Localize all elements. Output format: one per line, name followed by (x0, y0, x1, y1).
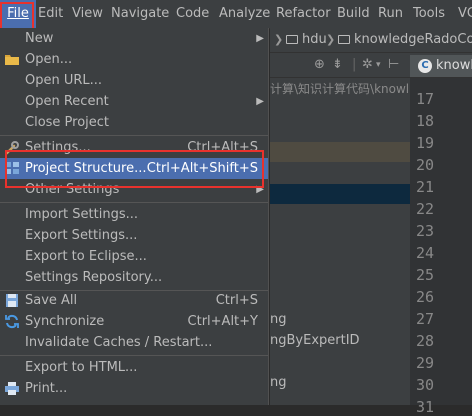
menu-run[interactable]: Run (378, 0, 403, 28)
menu-view[interactable]: View (72, 0, 103, 28)
menu-bar: File Edit View Navigate Code Analyze Ref… (0, 0, 472, 29)
line-number: 23 (416, 222, 435, 240)
menu-build[interactable]: Build (337, 0, 370, 28)
menu-item-save-all[interactable]: Save All Ctrl+S (0, 290, 268, 311)
line-number: 25 (416, 266, 435, 284)
menu-tools[interactable]: Tools (413, 0, 445, 28)
menu-item-export-html[interactable]: Export to HTML... (0, 357, 268, 378)
project-panel (270, 78, 410, 405)
submenu-arrow-icon: ▶ (256, 96, 264, 107)
menu-item-export-eclipse[interactable]: Export to Eclipse... (0, 246, 268, 267)
line-number: 22 (416, 200, 435, 218)
line-number: 29 (416, 354, 435, 372)
menu-divider (0, 202, 268, 203)
line-number: 19 (416, 134, 435, 152)
menu-item-export-settings[interactable]: Export Settings... (0, 225, 268, 246)
class-icon: C (418, 59, 432, 73)
menu-item-open[interactable]: Open... (0, 49, 268, 70)
project-tree-item[interactable]: ngByExpertID (270, 333, 360, 348)
menu-divider (0, 135, 268, 136)
menu-item-close-project[interactable]: Close Project (0, 112, 268, 133)
collapse-icon[interactable]: ⇟ (332, 53, 343, 77)
menu-item-settings[interactable]: Settings... Ctrl+Alt+S (0, 137, 268, 158)
folder-open-icon (4, 52, 20, 67)
submenu-arrow-icon: ▶ (256, 33, 264, 44)
menu-file[interactable]: File (0, 0, 36, 28)
menu-item-synchronize[interactable]: Synchronize Ctrl+Alt+Y (0, 311, 268, 332)
submenu-arrow-icon: ▶ (256, 184, 264, 195)
project-tree-item[interactable]: ng (270, 312, 287, 327)
gear-icon[interactable]: ✲ (362, 53, 373, 77)
folder-icon (338, 35, 350, 44)
menu-navigate[interactable]: Navigate (111, 0, 169, 28)
menu-item-settings-repository[interactable]: Settings Repository... (0, 267, 268, 288)
menu-item-import-settings[interactable]: Import Settings... (0, 204, 268, 225)
save-icon (4, 293, 20, 308)
wrench-icon (4, 140, 20, 155)
hide-panel-icon[interactable]: ⊢ (388, 53, 399, 77)
menu-edit[interactable]: Edit (38, 0, 63, 28)
line-number: 18 (416, 112, 435, 130)
breadcrumb-separator-icon: ❯ (326, 33, 336, 46)
breadcrumb: ❯ hdu ❯ knowledgeRadoCon (270, 28, 472, 53)
line-number: 24 (416, 244, 435, 262)
menu-analyze[interactable]: Analyze (219, 0, 270, 28)
menu-item-print[interactable]: Print... (0, 378, 268, 399)
toolbar-divider: | (352, 57, 357, 72)
line-number: 17 (416, 90, 435, 108)
chevron-down-icon[interactable]: ▾ (376, 53, 381, 77)
file-menu-dropdown: New ▶ Open... Open URL... Open Recent ▶ … (0, 28, 269, 405)
menu-item-open-recent[interactable]: Open Recent ▶ (0, 91, 268, 112)
line-number: 28 (416, 332, 435, 350)
project-structure-icon (4, 161, 20, 176)
target-icon[interactable]: ⊕ (314, 53, 325, 77)
breadcrumb-item-knowledge[interactable]: knowledgeRadoCon (338, 28, 472, 52)
menu-item-open-url[interactable]: Open URL... (0, 70, 268, 91)
line-number: 20 (416, 156, 435, 174)
menu-item-project-structure[interactable]: Project Structure... Ctrl+Alt+Shift+S (0, 158, 268, 179)
menu-vcs[interactable]: VC (458, 0, 472, 28)
menu-item-new[interactable]: New ▶ (0, 28, 268, 49)
project-tree-item[interactable]: ng (270, 375, 287, 390)
folder-icon (286, 35, 298, 44)
refresh-icon (4, 314, 20, 329)
project-path: 计算\知识计算代码\knowl (270, 82, 410, 96)
breadcrumb-separator-icon: ❯ (274, 33, 284, 46)
line-number: 26 (416, 288, 435, 306)
line-number: 30 (416, 376, 435, 394)
project-row-focused[interactable] (270, 184, 410, 204)
editor-tab[interactable]: Cknowl (410, 55, 472, 77)
menu-refactor[interactable]: Refactor (276, 0, 331, 28)
menu-code[interactable]: Code (176, 0, 209, 28)
project-row-selected[interactable] (270, 142, 410, 162)
menu-item-other-settings[interactable]: Other Settings ▶ (0, 179, 268, 200)
menu-item-invalidate-caches[interactable]: Invalidate Caches / Restart... (0, 332, 268, 353)
menu-divider (0, 355, 268, 356)
line-number: 21 (416, 178, 435, 196)
printer-icon (4, 381, 20, 396)
line-number: 31 (416, 398, 435, 416)
breadcrumb-item-hdu[interactable]: hdu (286, 28, 327, 52)
line-number: 27 (416, 310, 435, 328)
